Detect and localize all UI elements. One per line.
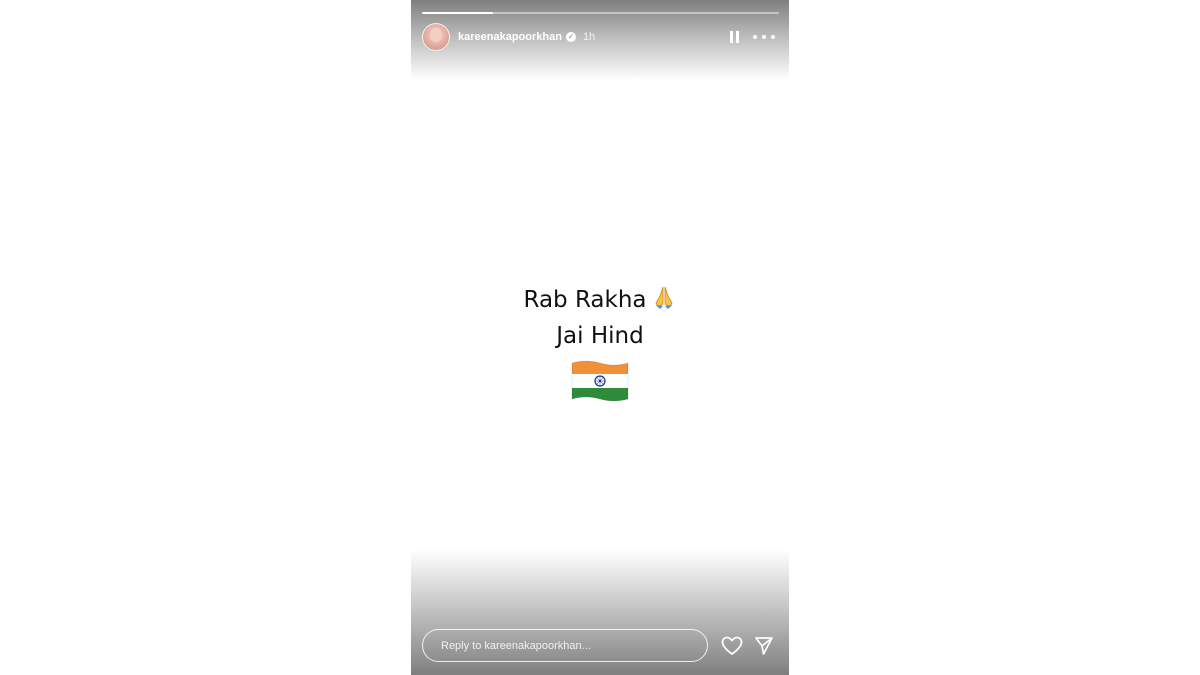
pause-icon-bar-left (729, 31, 733, 43)
india-flag-icon (571, 360, 629, 402)
pause-icon-bar-right (735, 31, 739, 43)
avatar[interactable] (422, 23, 450, 51)
story-progress-bar (422, 12, 779, 14)
send-icon (755, 637, 773, 655)
like-button[interactable] (721, 636, 743, 656)
story-progress-fill (422, 12, 494, 14)
story-line-2: Jai Hind (556, 323, 644, 349)
story-viewer: kareenakapoorkhan ✓ 1h Rab Rakha Jai Hin… (411, 0, 789, 675)
pause-button[interactable] (725, 28, 743, 46)
username[interactable]: kareenakapoorkhan (458, 31, 562, 43)
reply-input[interactable] (439, 638, 707, 653)
story-text-rab-rakha: Rab Rakha (523, 287, 647, 313)
verified-badge-icon: ✓ (565, 32, 576, 42)
more-dot (753, 35, 757, 39)
post-time: 1h (582, 31, 596, 43)
more-options-button[interactable] (753, 28, 775, 46)
share-button[interactable] (754, 636, 774, 656)
more-dot (771, 35, 775, 39)
story-header: kareenakapoorkhan ✓ 1h (422, 23, 779, 51)
story-line-1: Rab Rakha (411, 284, 789, 320)
flag-container (411, 359, 789, 403)
heart-icon (721, 636, 743, 655)
story-text-content: Rab Rakha Jai Hind (411, 284, 789, 403)
reply-field[interactable] (422, 629, 708, 662)
more-dot (762, 35, 766, 39)
folded-hands-icon (651, 284, 677, 320)
